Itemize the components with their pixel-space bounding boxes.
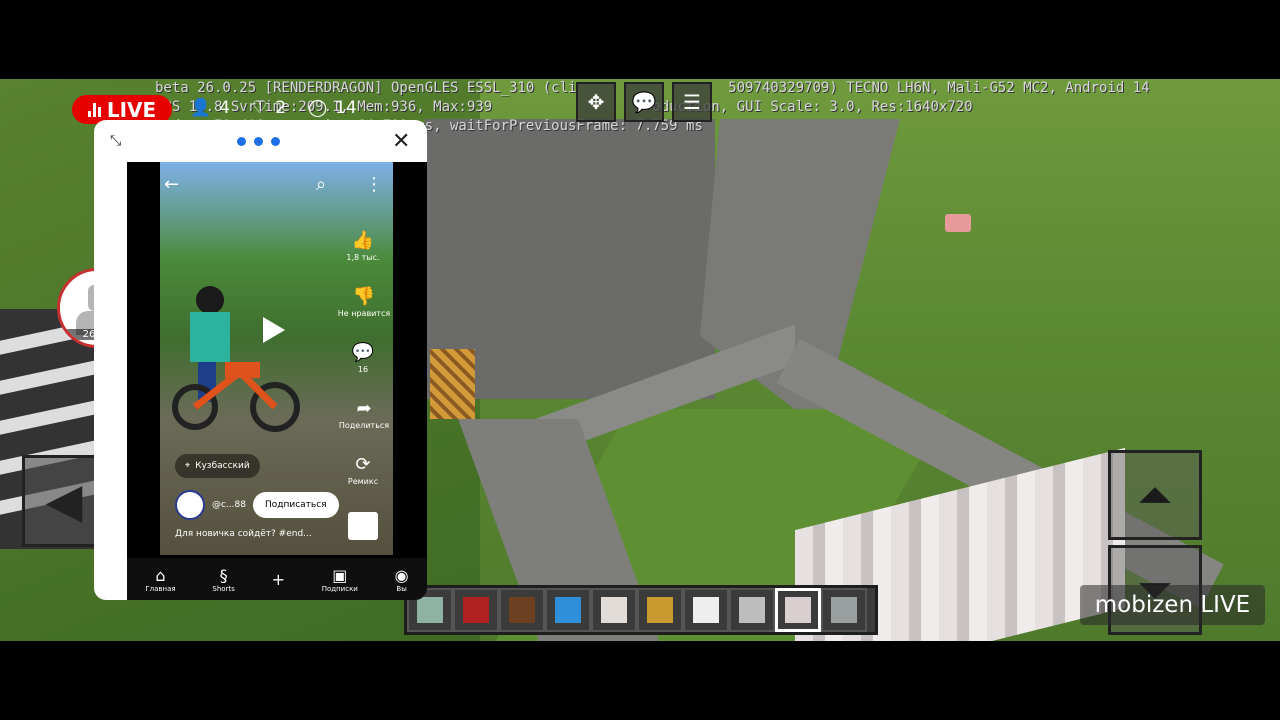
like-button[interactable]: 👍 1,8 тыс. [343,230,383,262]
share-icon: ➦ [356,398,372,419]
location-tag[interactable]: ⌖ Кузбасский [175,454,260,478]
live-label: LIVE [106,97,157,122]
arrow-left-icon: ◀ [45,473,83,529]
youtube-popup-window: ⤡ ✕ ← ⌕ ⋮ 👍 1,8 тыс. 👎 Не нравится 💬 16 ➦ По… [94,120,427,600]
hotbar-slot-more[interactable] [821,588,867,632]
nav-label: Shorts [212,584,235,593]
hotbar-slot-light-blue-block[interactable] [545,588,591,632]
comments-button[interactable]: 💬 16 [343,342,383,374]
share-label: Поделиться [338,421,390,430]
motorcycle-rider-image [172,286,300,432]
popup-header: ⤡ ✕ [94,120,427,162]
remix-icon: ⟳ [355,454,371,475]
nav-item-profile[interactable]: ◉ Вы [395,566,409,593]
torch-item-icon [647,597,673,623]
hotbar-slot-torch[interactable] [637,588,683,632]
heart-icon: ♡ [252,98,268,118]
stone-slab-item-icon [601,597,627,623]
shorts-video[interactable]: ← ⌕ ⋮ 👍 1,8 тыс. 👎 Не нравится 💬 16 ➦ Подели… [160,162,393,555]
subscriptions-icon: ▣ [332,565,348,585]
subscribe-button[interactable]: Подписаться [252,492,339,518]
light-blue-block-item-icon [555,597,581,623]
live-bars-icon [87,102,101,117]
emote-button[interactable]: ✥ [576,82,616,122]
home-icon: ⌂ [155,565,166,585]
like-count-label: 1,8 тыс. [346,253,380,262]
hotbar-slot-stone-slab[interactable] [591,588,637,632]
mobizen-watermark: mobizen LIVE [1080,585,1265,625]
glass-pane-item-icon [417,597,443,623]
plus-icon: + [271,569,285,589]
ore-block [430,349,475,419]
channel-row: @c...88 Подписаться [175,490,339,520]
more-vert-icon[interactable]: ⋮ [365,174,383,195]
pause-menu-button[interactable]: ☰ [672,82,712,122]
live-stats: 👤 4 ♡ 2 ◯ 14 [190,98,357,118]
nav-item-shorts[interactable]: § Shorts [212,566,234,593]
viewer-count: 4 [219,98,230,118]
chat-icon: 💬 [631,90,657,114]
hotbar-slot-red-wool[interactable] [453,588,499,632]
thumb-down-icon: 👎 [352,286,376,307]
hotbar-slot-stone-bricks[interactable] [775,588,821,632]
video-description[interactable]: Для новичка сойдёт? #end... [175,529,312,539]
hotbar-slot-door[interactable] [499,588,545,632]
viewers-icon: 👤 [190,98,212,118]
youtube-shorts-player: ← ⌕ ⋮ 👍 1,8 тыс. 👎 Не нравится 💬 16 ➦ Подели… [127,162,427,600]
share-button[interactable]: ➦ Поделиться [335,398,393,430]
location-label: Кузбасский [195,461,250,471]
remix-label: Ремикс [347,477,379,486]
nav-label: Главная [145,584,176,593]
jump-button[interactable]: ⏶ [1108,450,1202,540]
nav-label: Вы [396,584,407,593]
expand-icon[interactable]: ⤡ [110,133,126,149]
comment-bubble-icon: 💬 [351,342,375,363]
dislike-label: Не нравится [337,309,391,318]
menu-icon: ☰ [683,90,701,114]
search-icon[interactable]: ⌕ [316,174,326,195]
red-wool-item-icon [463,597,489,623]
popup-drag-handle[interactable] [237,137,280,146]
fly-up-icon: ⏶ [1137,469,1173,521]
hotbar-slot-cobblestone[interactable] [729,588,775,632]
like-count: 2 [275,98,287,118]
chat-button[interactable]: 💬 [624,82,664,122]
thumb-up-icon: 👍 [351,230,375,251]
youtube-bottom-nav: ⌂ Главная § Shorts + ▣ Подписки ◉ Вы [127,558,427,600]
hotbar-slot-white-block[interactable] [683,588,729,632]
stone-bricks-item-icon [785,597,811,623]
shorts-icon: § [219,565,228,585]
nav-label: Подписки [321,584,358,593]
nav-item-home[interactable]: ⌂ Главная [145,566,175,593]
audio-thumbnail[interactable] [348,512,378,540]
dislike-button[interactable]: 👎 Не нравится [335,286,393,318]
profile-icon: ◉ [394,565,409,585]
comment-count: 14 [335,98,357,118]
more-item-icon [831,597,857,623]
play-icon[interactable] [263,317,285,343]
nav-item-plus[interactable]: + [272,570,285,589]
comments-count-label: 16 [357,365,369,374]
location-pin-icon: ⌖ [185,461,191,471]
pig-mob [945,214,971,232]
nav-item-subscriptions[interactable]: ▣ Подписки [322,566,358,593]
channel-name[interactable]: @c...88 [212,500,246,510]
cobblestone-item-icon [739,597,765,623]
comment-icon: ◯ [308,98,328,118]
back-icon[interactable]: ← [164,174,179,195]
emote-icon: ✥ [587,90,605,114]
channel-avatar[interactable] [175,490,205,520]
door-item-icon [509,597,535,623]
hotbar [404,585,878,635]
white-block-item-icon [693,597,719,623]
remix-button[interactable]: ⟳ Ремикс [338,454,388,486]
close-icon[interactable]: ✕ [392,129,410,154]
